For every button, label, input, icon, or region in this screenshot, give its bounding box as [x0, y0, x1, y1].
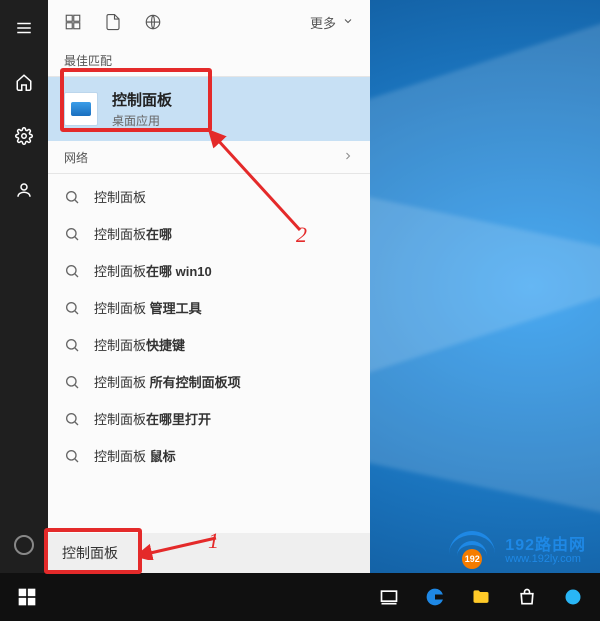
result-text: 控制面板在哪里打开: [94, 409, 211, 428]
search-left-rail: [0, 0, 48, 573]
start-button[interactable]: [4, 573, 50, 621]
search-icon: [64, 300, 80, 316]
search-icon: [64, 374, 80, 390]
search-result-item[interactable]: 控制面板在哪: [48, 215, 370, 252]
result-text: 控制面板在哪 win10: [94, 261, 212, 280]
best-match-result[interactable]: 控制面板 桌面应用: [48, 77, 370, 141]
search-input[interactable]: [62, 533, 356, 573]
search-icon: [64, 448, 80, 464]
result-text: 控制面板在哪: [94, 224, 172, 243]
result-text: 控制面板: [94, 187, 146, 206]
search-icon: [64, 226, 80, 242]
result-text: 控制面板快捷键: [94, 335, 185, 354]
hamburger-menu-icon[interactable]: [0, 8, 48, 48]
edge-browser-button[interactable]: [412, 573, 458, 621]
best-match-title: 控制面板: [112, 89, 172, 110]
search-results-panel: 更多 最佳匹配 控制面板 桌面应用 网络 控制面板控制面板在哪控制面板在哪 wi…: [48, 0, 370, 573]
store-button[interactable]: [504, 573, 550, 621]
search-input-container: [48, 533, 370, 573]
result-text: 控制面板 管理工具: [94, 298, 202, 317]
search-filters-bar: 更多: [48, 0, 370, 44]
result-text: 控制面板 鼠标: [94, 446, 176, 465]
control-panel-icon: [64, 92, 98, 126]
web-results-list: 控制面板控制面板在哪控制面板在哪 win10控制面板 管理工具控制面板快捷键控制…: [48, 174, 370, 482]
web-filter-icon[interactable]: [144, 13, 162, 31]
desktop-background: [370, 0, 600, 573]
search-result-item[interactable]: 控制面板: [48, 178, 370, 215]
best-match-header: 最佳匹配: [48, 44, 370, 76]
chevron-right-icon: [342, 149, 354, 165]
chevron-down-icon: [342, 15, 354, 30]
search-icon: [64, 189, 80, 205]
feedback-icon[interactable]: [0, 170, 48, 210]
search-result-item[interactable]: 控制面板 鼠标: [48, 437, 370, 474]
taskbar: [0, 573, 600, 621]
network-header[interactable]: 网络: [48, 141, 370, 173]
documents-filter-icon[interactable]: [104, 13, 122, 31]
more-label: 更多: [310, 13, 336, 32]
search-result-item[interactable]: 控制面板 所有控制面板项: [48, 363, 370, 400]
best-match-subtitle: 桌面应用: [112, 112, 172, 129]
cortana-icon[interactable]: [14, 535, 34, 555]
search-icon: [64, 411, 80, 427]
home-icon[interactable]: [0, 62, 48, 102]
search-icon: [64, 337, 80, 353]
search-result-item[interactable]: 控制面板快捷键: [48, 326, 370, 363]
wifi-logo-icon: 192: [449, 531, 495, 565]
app-button[interactable]: [550, 573, 596, 621]
apps-filter-icon[interactable]: [64, 13, 82, 31]
result-text: 控制面板 所有控制面板项: [94, 372, 241, 391]
search-result-item[interactable]: 控制面板在哪里打开: [48, 400, 370, 437]
watermark: 192 192路由网 www.192ly.com: [449, 531, 586, 565]
more-filters-dropdown[interactable]: 更多: [310, 13, 354, 32]
file-explorer-button[interactable]: [458, 573, 504, 621]
gear-icon[interactable]: [0, 116, 48, 156]
task-view-button[interactable]: [366, 573, 412, 621]
search-result-item[interactable]: 控制面板 管理工具: [48, 289, 370, 326]
search-icon: [64, 263, 80, 279]
search-result-item[interactable]: 控制面板在哪 win10: [48, 252, 370, 289]
